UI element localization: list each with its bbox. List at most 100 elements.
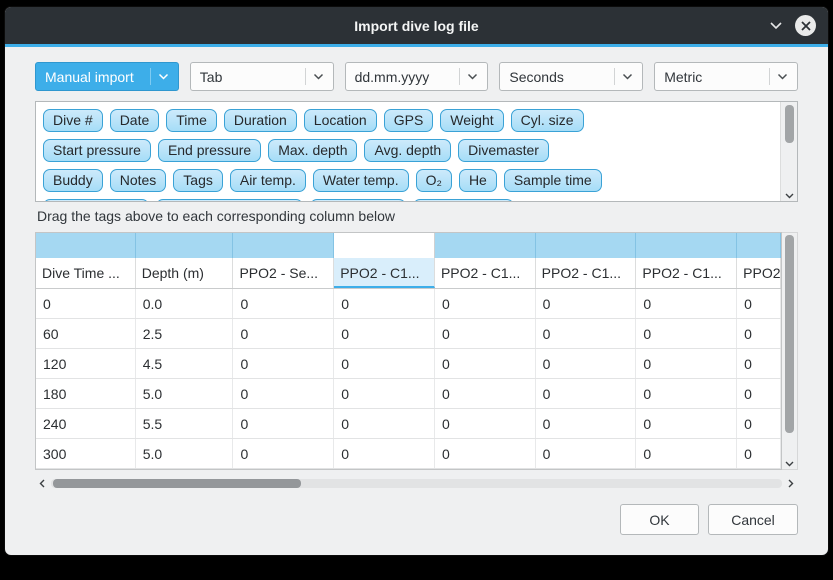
- table-body: 00.0000000602.50000001204.50000001805.00…: [36, 289, 781, 469]
- tag-o[interactable]: O₂: [416, 169, 452, 192]
- tag-max-depth[interactable]: Max. depth: [268, 139, 357, 162]
- tag-date[interactable]: Date: [110, 109, 160, 132]
- tag-start-pressure[interactable]: Start pressure: [43, 139, 151, 162]
- table-cell: 0: [233, 409, 334, 438]
- preview-table-area: Dive Time ...Depth (m)PPO2 - Se...PPO2 -…: [35, 232, 798, 470]
- table-cell: 0: [636, 439, 737, 468]
- column-header-4[interactable]: PPO2 - C1...: [435, 258, 536, 288]
- scroll-left-icon[interactable]: [35, 479, 49, 488]
- chevron-down-icon: [313, 73, 324, 80]
- drop-target-cell-3[interactable]: [334, 233, 435, 258]
- scrollbar-thumb[interactable]: [53, 479, 301, 488]
- table-cell: 0: [536, 289, 637, 318]
- table-cell: 5.5: [136, 409, 234, 438]
- table-cell: 0: [233, 349, 334, 378]
- drop-target-cell-5[interactable]: [536, 233, 637, 258]
- tag-notes[interactable]: Notes: [110, 169, 167, 192]
- tag-water-temp[interactable]: Water temp.: [313, 169, 409, 192]
- table-cell: 300: [36, 439, 136, 468]
- scrollbar-thumb[interactable]: [785, 105, 794, 143]
- tag-pool-scrollbar[interactable]: [780, 102, 797, 201]
- tag-row: Start pressure End pressure Max. depth Avg.…: [43, 139, 773, 162]
- scrollbar-thumb[interactable]: [785, 235, 794, 433]
- window-title: Import dive log file: [354, 18, 478, 34]
- cancel-button[interactable]: Cancel: [708, 504, 798, 535]
- table-row-0: 00.0000000: [36, 289, 781, 319]
- chevron-down-icon: [622, 73, 633, 80]
- table-cell: 0: [636, 319, 737, 348]
- tag-row: Dive # Date Time Duration Location GPS Weight C…: [43, 109, 773, 132]
- tag-he[interactable]: He: [459, 169, 497, 192]
- tag-row: Buddy Notes Tags Air temp. Water temp. O₂ He Sa…: [43, 169, 773, 192]
- tag-sample-time[interactable]: Sample time: [504, 169, 602, 192]
- scroll-down-icon[interactable]: [781, 193, 797, 199]
- tag-location[interactable]: Location: [304, 109, 377, 132]
- tag-air-temp[interactable]: Air temp.: [230, 169, 306, 192]
- tag-divemaster[interactable]: Divemaster: [458, 139, 549, 162]
- table-cell: 0: [636, 289, 737, 318]
- tag-sample-depth[interactable]: Sample depth: [43, 199, 149, 202]
- table-cell: 0: [737, 319, 781, 348]
- tag-sample-cns[interactable]: Sample CNS: [413, 199, 514, 202]
- tag-pool: Dive # Date Time Duration Location GPS Weight C…: [35, 101, 798, 202]
- table-cell: 0: [536, 379, 637, 408]
- tag-dive[interactable]: Dive #: [43, 109, 103, 132]
- tag-time[interactable]: Time: [166, 109, 217, 132]
- import-options-row: Manual import Tab dd.mm.yyyy Seconds Met: [35, 62, 798, 91]
- drop-target-cell-4[interactable]: [435, 233, 536, 258]
- table-cell: 0: [334, 409, 435, 438]
- import-mode-select[interactable]: Manual import: [35, 62, 179, 91]
- column-header-3[interactable]: PPO2 - C1...: [334, 258, 435, 288]
- tag-duration[interactable]: Duration: [224, 109, 297, 132]
- table-cell: 5.0: [136, 439, 234, 468]
- table-cell: 0: [233, 319, 334, 348]
- drop-target-cell-0[interactable]: [36, 233, 136, 258]
- table-cell: 4.5: [136, 349, 234, 378]
- column-header-5[interactable]: PPO2 - C1...: [536, 258, 637, 288]
- table-cell: 0: [737, 379, 781, 408]
- close-icon: [801, 21, 811, 31]
- tag-cyl-size[interactable]: Cyl. size: [511, 109, 584, 132]
- table-cell: 240: [36, 409, 136, 438]
- column-header-7[interactable]: PPO2: [737, 258, 781, 288]
- import-mode-value: Manual import: [45, 69, 146, 85]
- shade-window-icon[interactable]: [769, 21, 783, 30]
- close-window-button[interactable]: [795, 15, 816, 36]
- tag-avg-depth[interactable]: Avg. depth: [364, 139, 451, 162]
- tag-gps[interactable]: GPS: [384, 109, 434, 132]
- tag-buddy[interactable]: Buddy: [43, 169, 103, 192]
- column-header-2[interactable]: PPO2 - Se...: [233, 258, 334, 288]
- column-header-0[interactable]: Dive Time ...: [36, 258, 136, 288]
- tag-end-pressure[interactable]: End pressure: [158, 139, 261, 162]
- table-vertical-scrollbar[interactable]: [782, 232, 798, 470]
- table-row-4: 2405.5000000: [36, 409, 781, 439]
- scroll-down-icon[interactable]: [782, 461, 797, 467]
- tag-sample-temperature[interactable]: Sample temperature: [156, 199, 303, 202]
- table-cell: 120: [36, 349, 136, 378]
- tag-tags[interactable]: Tags: [173, 169, 223, 192]
- column-header-6[interactable]: PPO2 - C1...: [636, 258, 737, 288]
- table-cell: 0: [435, 319, 536, 348]
- table-horizontal-scrollbar[interactable]: [35, 476, 798, 491]
- drop-target-cell-1[interactable]: [136, 233, 234, 258]
- drop-target-cell-6[interactable]: [636, 233, 737, 258]
- column-header-1[interactable]: Depth (m): [136, 258, 234, 288]
- table-cell: 0: [636, 409, 737, 438]
- drop-target-cell-2[interactable]: [233, 233, 334, 258]
- table-cell: 0: [536, 439, 637, 468]
- date-format-select[interactable]: dd.mm.yyyy: [345, 62, 489, 91]
- table-cell: 0: [636, 349, 737, 378]
- chevron-down-icon: [777, 73, 788, 80]
- chevron-down-icon: [158, 73, 169, 80]
- tag-weight[interactable]: Weight: [440, 109, 503, 132]
- ok-button[interactable]: OK: [620, 504, 699, 535]
- table-cell: 180: [36, 379, 136, 408]
- units-select[interactable]: Metric: [654, 62, 798, 91]
- scroll-right-icon[interactable]: [784, 479, 798, 488]
- field-separator-select[interactable]: Tab: [190, 62, 334, 91]
- titlebar[interactable]: Import dive log file: [5, 7, 828, 44]
- duration-format-select[interactable]: Seconds: [499, 62, 643, 91]
- tag-sample-po[interactable]: Sample pO₂: [310, 199, 405, 202]
- table-row-2: 1204.5000000: [36, 349, 781, 379]
- drop-target-cell-7[interactable]: [737, 233, 781, 258]
